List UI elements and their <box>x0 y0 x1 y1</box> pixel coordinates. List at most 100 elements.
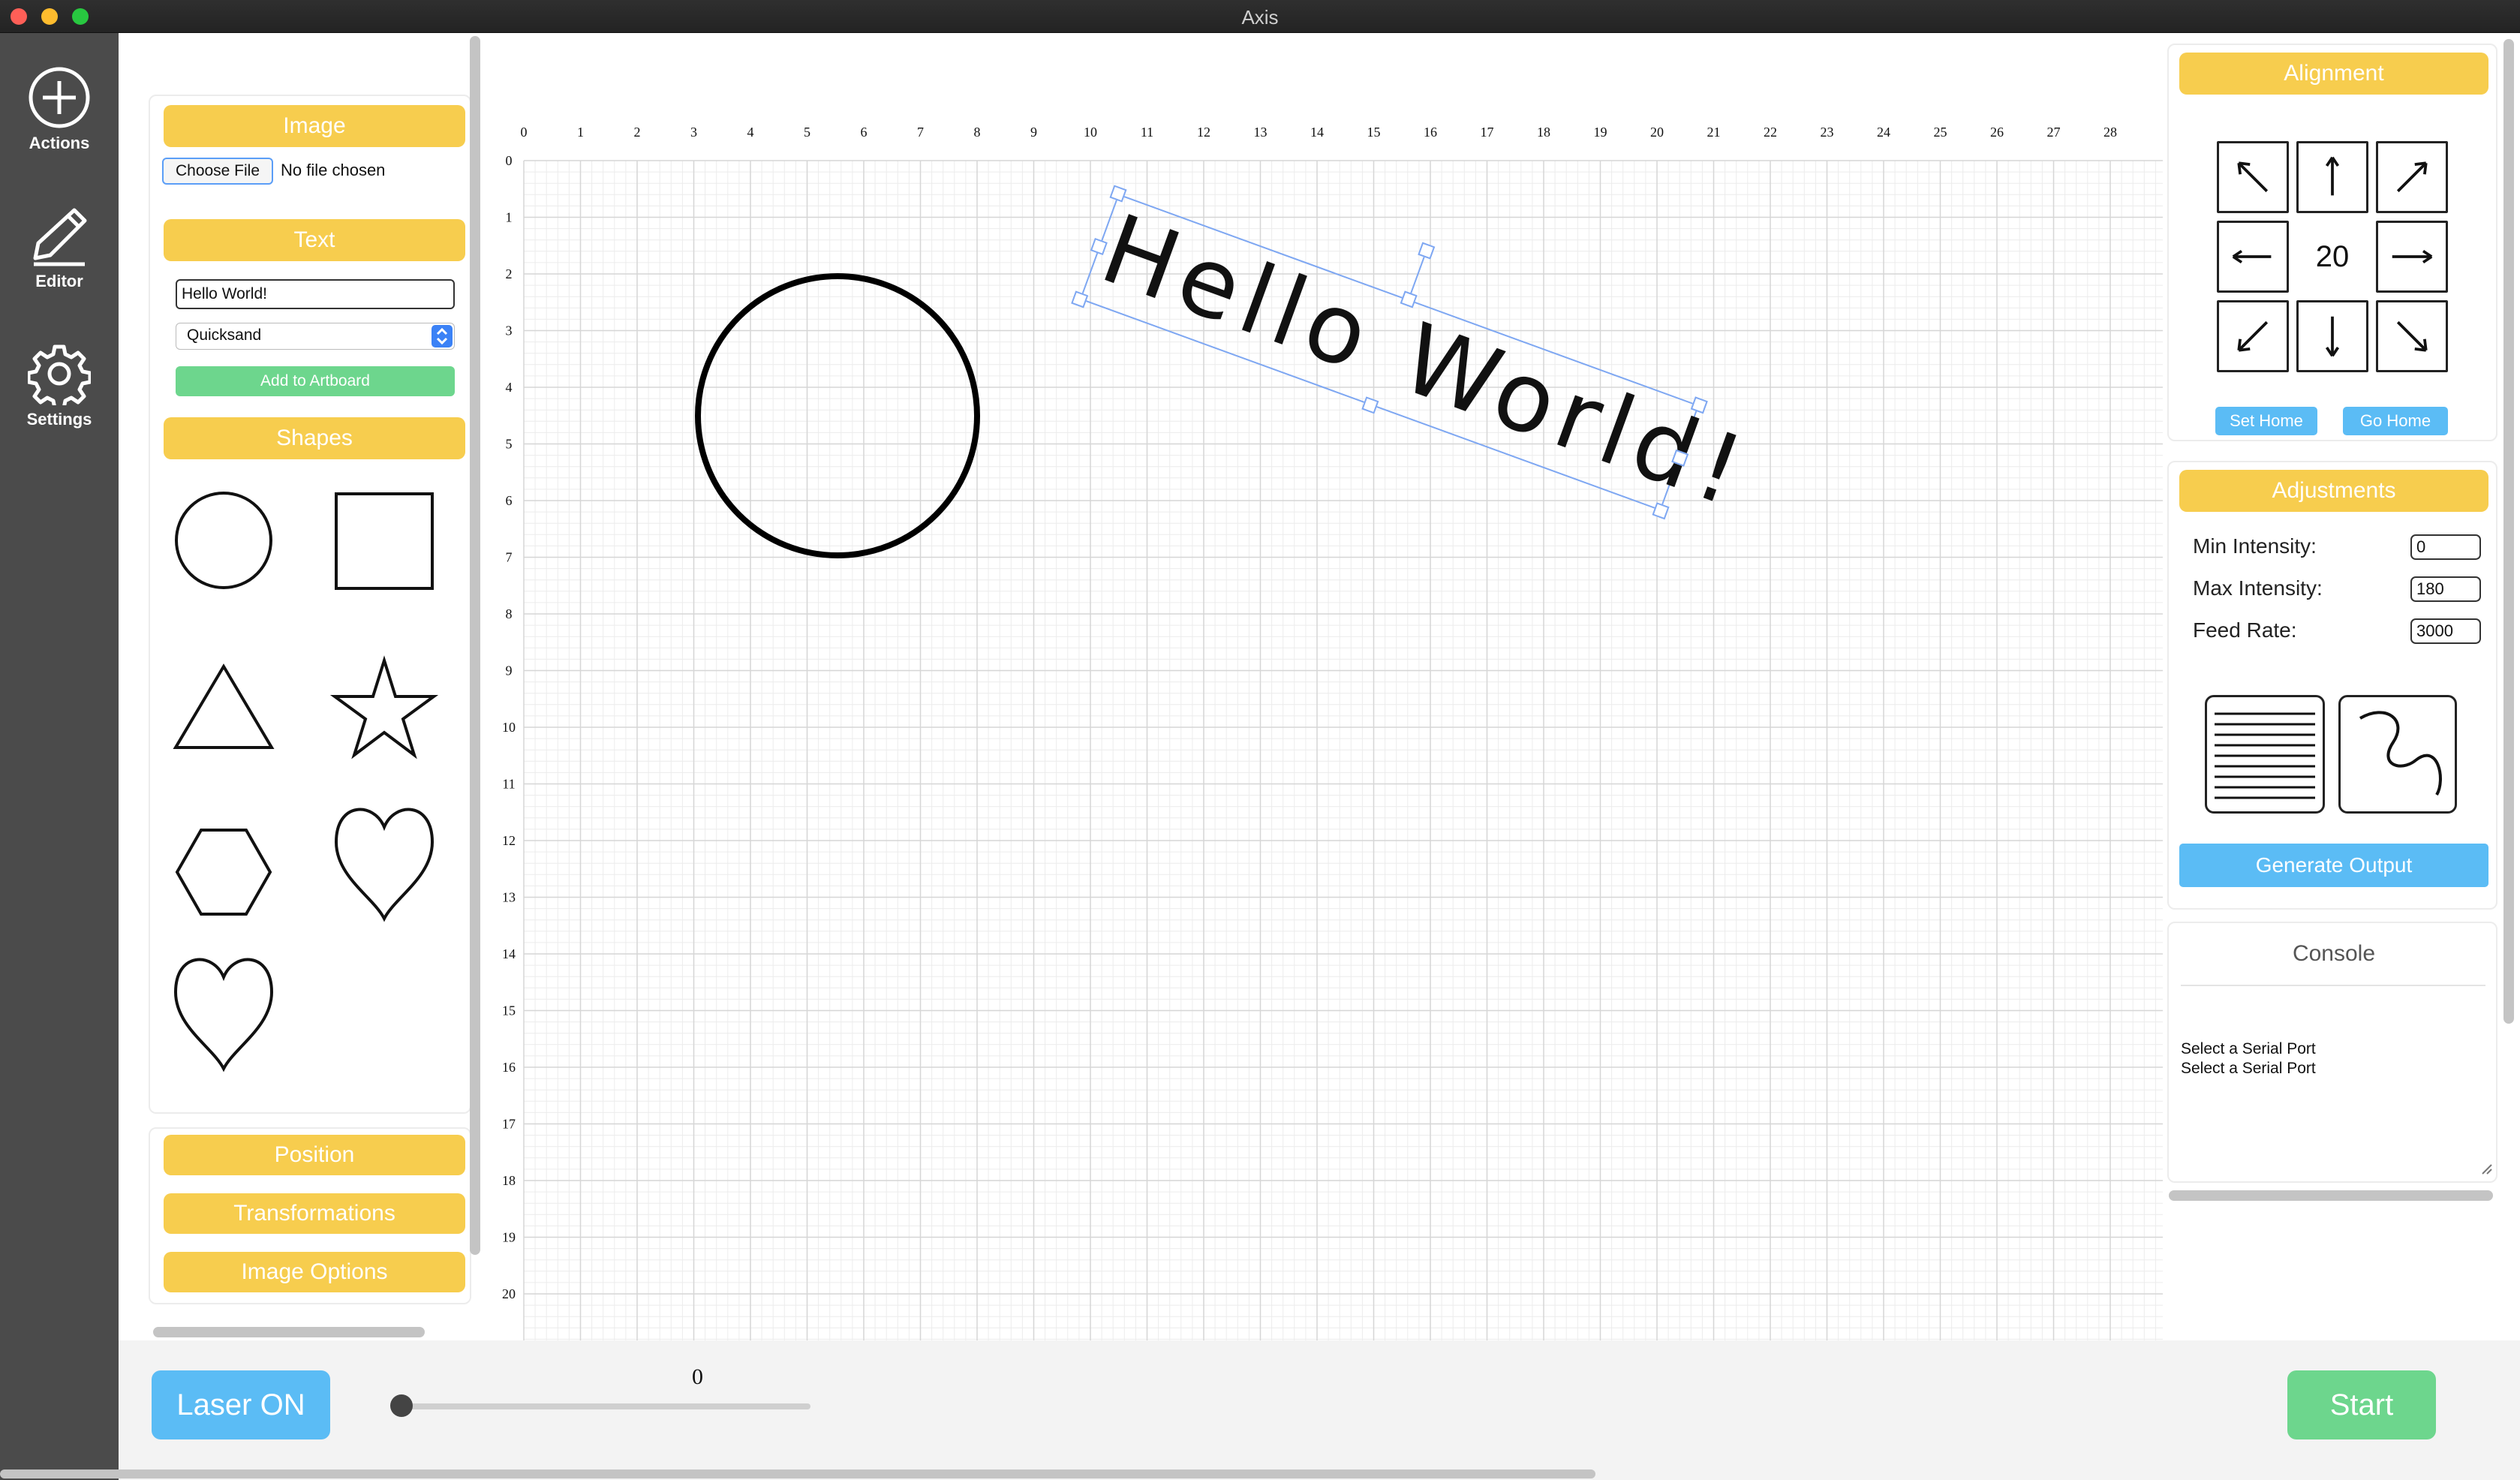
arrow-down-icon <box>2325 316 2340 357</box>
nav-editor[interactable]: Editor <box>0 204 119 291</box>
x-ruler-tick-label: 8 <box>974 125 981 140</box>
nav-settings-label: Settings <box>26 410 92 429</box>
window-horizontal-scrollbar[interactable] <box>0 1469 1595 1478</box>
adjustments-panel: Adjustments Min Intensity: 0 Max Intensi… <box>2167 461 2497 910</box>
y-ruler-tick-label: 11 <box>502 777 515 792</box>
font-select-value: Quicksand <box>187 326 262 344</box>
transformations-section-header[interactable]: Transformations <box>164 1193 465 1234</box>
artboard-area[interactable]: 0 1 2 3 4 5 6 7 8 9 10 11 12 13 14 15 16 17 18 19 20 21 22 23 24… <box>485 33 2163 1340</box>
resize-grip-icon[interactable] <box>2479 1162 2493 1175</box>
right-vertical-scrollbar[interactable] <box>2503 39 2514 1024</box>
image-options-section-header[interactable]: Image Options <box>164 1252 465 1292</box>
slider-value: 0 <box>692 1364 703 1389</box>
x-ruler-tick-label: 16 <box>1424 125 1437 140</box>
y-ruler-tick-label: 9 <box>506 663 513 678</box>
x-ruler-tick-label: 12 <box>1197 125 1210 140</box>
shape-square-icon[interactable] <box>335 492 434 590</box>
alignment-section-header[interactable]: Alignment <box>2179 53 2488 95</box>
window-titlebar: Axis <box>0 0 2520 33</box>
arrow-up-right-icon <box>2396 161 2428 193</box>
move-right-button[interactable] <box>2376 221 2448 293</box>
max-intensity-label: Max Intensity: <box>2193 576 2323 600</box>
generate-output-button[interactable]: Generate Output <box>2179 844 2488 887</box>
max-intensity-input[interactable]: 180 <box>2410 576 2481 602</box>
x-ruler-tick-label: 17 <box>1481 125 1494 140</box>
console-divider <box>2181 985 2485 986</box>
arrow-right-icon <box>2392 249 2433 264</box>
x-ruler-tick-label: 0 <box>521 125 528 140</box>
plus-circle-icon <box>29 67 90 128</box>
tools-vertical-scrollbar[interactable] <box>470 36 480 1255</box>
right-horizontal-scrollbar[interactable] <box>2169 1190 2493 1201</box>
y-ruler-tick-label: 10 <box>502 720 516 735</box>
x-ruler-tick-label: 9 <box>1030 125 1037 140</box>
move-down-left-button[interactable] <box>2217 300 2289 372</box>
position-section-header[interactable]: Position <box>164 1135 465 1175</box>
y-ruler-tick-label: 19 <box>502 1230 516 1245</box>
set-home-button[interactable]: Set Home <box>2215 407 2317 435</box>
x-ruler-tick-label: 6 <box>861 125 868 140</box>
font-select[interactable]: Quicksand <box>176 323 455 350</box>
image-section-header[interactable]: Image <box>164 105 465 147</box>
arrow-up-icon <box>2325 156 2340 196</box>
alignment-panel: Alignment 20 Set Home Go Home <box>2167 44 2497 441</box>
properties-panel: Position Transformations Image Options <box>149 1127 471 1304</box>
shape-circle-icon[interactable] <box>175 492 272 589</box>
artboard-grid: 0 1 2 3 4 5 6 7 8 9 10 11 12 13 14 15 16 17 18 19 20 21 22 23 24… <box>502 125 2163 1340</box>
nav-actions[interactable]: Actions <box>0 66 119 153</box>
tools-horizontal-scrollbar[interactable] <box>153 1327 425 1337</box>
adjustments-section-header[interactable]: Adjustments <box>2179 470 2488 512</box>
shape-triangle-icon[interactable] <box>173 663 275 749</box>
power-slider-thumb[interactable] <box>390 1394 413 1417</box>
move-down-button[interactable] <box>2296 300 2368 372</box>
move-down-right-button[interactable] <box>2376 300 2448 372</box>
tools-panel: Image Choose File No file chosen Text He… <box>149 95 471 1114</box>
vector-mode-button[interactable] <box>2338 695 2457 814</box>
y-ruler-tick-label: 17 <box>502 1117 516 1132</box>
y-ruler-tick-label: 1 <box>506 210 513 225</box>
min-intensity-input[interactable]: 0 <box>2410 534 2481 560</box>
arrow-down-right-icon <box>2396 320 2428 352</box>
shapes-section-header[interactable]: Shapes <box>164 417 465 459</box>
arrow-up-left-icon <box>2237 161 2269 193</box>
shape-star-icon[interactable] <box>329 655 439 760</box>
text-section-header[interactable]: Text <box>164 219 465 261</box>
start-button[interactable]: Start <box>2287 1370 2436 1439</box>
move-up-button[interactable] <box>2296 141 2368 213</box>
step-size-value[interactable]: 20 <box>2296 221 2368 293</box>
x-ruler-tick-label: 7 <box>917 125 924 140</box>
power-slider-track[interactable] <box>401 1403 810 1409</box>
choose-file-button[interactable]: Choose File <box>162 158 273 185</box>
go-home-button[interactable]: Go Home <box>2343 407 2448 435</box>
shape-heart-icon[interactable] <box>334 808 435 922</box>
x-ruler-tick-label: 25 <box>1934 125 1947 140</box>
shape-heart-icon[interactable] <box>173 958 274 1072</box>
y-ruler-tick-label: 20 <box>502 1286 516 1301</box>
raster-mode-button[interactable] <box>2205 695 2325 814</box>
bottom-bar: Laser ON 0 Start <box>119 1340 2520 1480</box>
move-up-right-button[interactable] <box>2376 141 2448 213</box>
y-ruler-tick-label: 2 <box>506 266 513 281</box>
x-ruler-tick-label: 15 <box>1367 125 1381 140</box>
x-ruler-tick-label: 18 <box>1537 125 1550 140</box>
console-line: Select a Serial Port <box>2181 1060 2316 1077</box>
move-up-left-button[interactable] <box>2217 141 2289 213</box>
text-input[interactable]: Hello World! <box>176 279 455 309</box>
add-to-artboard-button[interactable]: Add to Artboard <box>176 366 455 396</box>
raster-lines-icon <box>2215 712 2315 799</box>
vector-path-icon <box>2359 711 2442 796</box>
circle-object[interactable] <box>695 273 980 558</box>
shape-hexagon-icon[interactable] <box>175 829 272 916</box>
move-left-button[interactable] <box>2217 221 2289 293</box>
x-ruler-tick-label: 4 <box>747 125 754 140</box>
x-ruler-tick-label: 11 <box>1141 125 1153 140</box>
x-ruler-tick-label: 24 <box>1877 125 1890 140</box>
arrow-left-icon <box>2232 249 2272 264</box>
x-ruler-tick-label: 23 <box>1821 125 1834 140</box>
nav-settings[interactable]: Settings <box>0 342 119 429</box>
feed-rate-input[interactable]: 3000 <box>2410 618 2481 644</box>
laser-on-button[interactable]: Laser ON <box>152 1370 330 1439</box>
y-ruler-tick-label: 0 <box>506 153 513 168</box>
min-intensity-label: Min Intensity: <box>2193 534 2317 558</box>
arrow-down-left-icon <box>2237 320 2269 352</box>
